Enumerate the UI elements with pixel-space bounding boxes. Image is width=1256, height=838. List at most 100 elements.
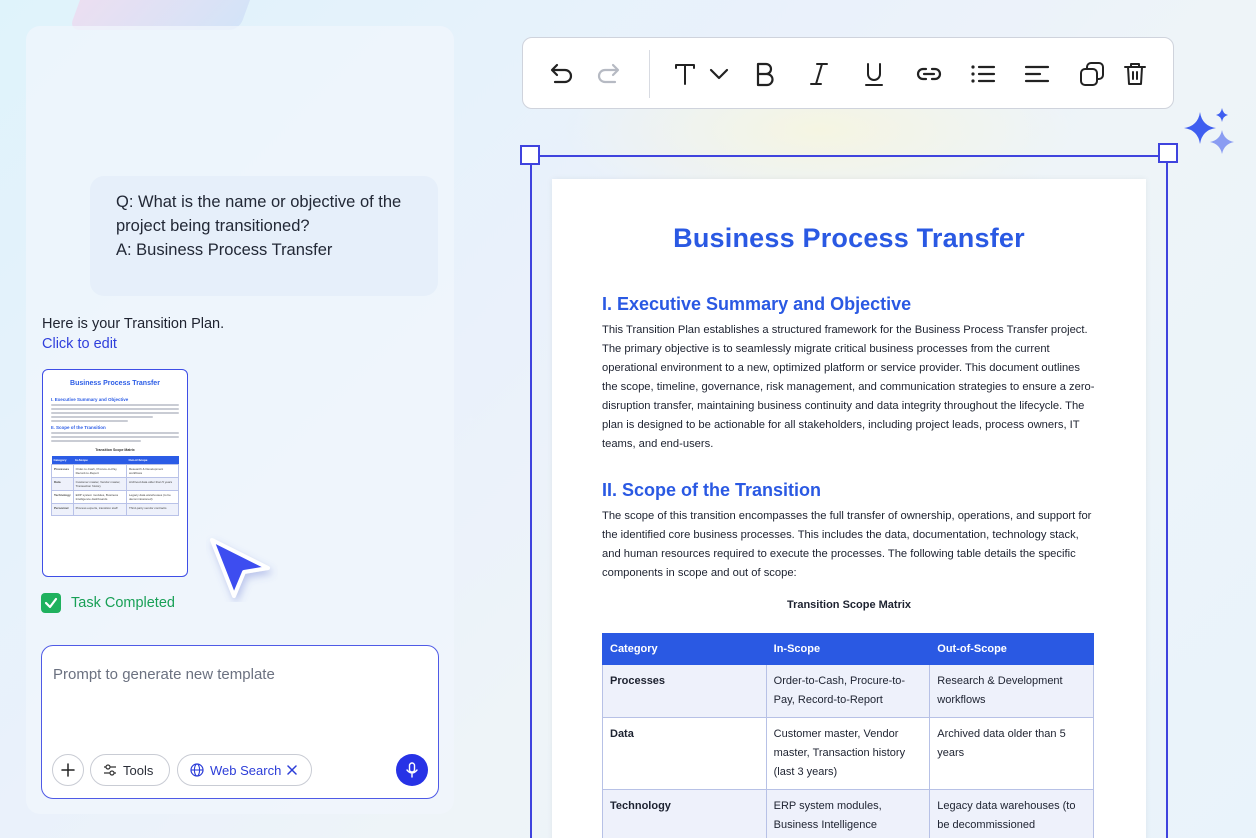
thumbnail-text-line xyxy=(51,440,141,442)
redo-icon xyxy=(597,63,620,84)
thumbnail-cell: Third-party vendor contracts xyxy=(125,503,180,516)
section-heading: II. Scope of the Transition xyxy=(602,480,822,500)
text-style-icon xyxy=(675,64,695,85)
task-status: Task Completed xyxy=(41,593,175,613)
undo-icon xyxy=(550,63,573,84)
italic-icon xyxy=(810,63,828,85)
thumbnail-text-line xyxy=(51,404,179,406)
thumbnail-header-cell: Out-of-Scope xyxy=(126,456,179,465)
table-header-cell: Out-of-Scope xyxy=(929,633,1094,665)
chat-panel: Q: What is the name or objective of the … xyxy=(26,26,454,814)
undo-button[interactable] xyxy=(545,58,577,90)
toolbar-divider xyxy=(649,50,650,98)
click-to-edit-link[interactable]: Click to edit xyxy=(42,336,117,352)
add-attachment-button[interactable] xyxy=(52,754,84,786)
table-header-row: Category In-Scope Out-of-Scope xyxy=(602,633,1094,665)
table-cell: Archived data older than 5 years xyxy=(929,717,1094,790)
section-body: The scope of this transition encompasses… xyxy=(602,510,1092,579)
thumbnail-table-row: Technology ERP system modules, Business … xyxy=(51,490,180,504)
table-row: Data Customer master, Vendor master, Tra… xyxy=(602,717,1094,790)
tools-label: Tools xyxy=(123,762,154,778)
thumbnail-cell: ERP system modules, Business Intelligenc… xyxy=(72,490,127,504)
scope-table: Category In-Scope Out-of-Scope Processes… xyxy=(602,633,1094,838)
qa-message-text: Q: What is the name or objective of the … xyxy=(116,193,402,259)
web-search-chip[interactable]: Web Search xyxy=(177,754,312,786)
chevron-down-icon xyxy=(709,68,729,80)
thumbnail-heading-2: II. Scope of the Transition xyxy=(51,425,106,430)
thumbnail-cell: Legacy data warehouses (to be decommissi… xyxy=(125,490,180,504)
web-search-label: Web Search xyxy=(210,762,282,778)
text-style-button[interactable] xyxy=(669,58,701,90)
assistant-intro-text: Here is your Transition Plan. xyxy=(42,316,225,332)
thumbnail-text-line xyxy=(51,436,179,438)
delete-icon xyxy=(1124,63,1146,85)
table-row: Technology ERP system modules, Business … xyxy=(602,789,1094,838)
thumbnail-text-line xyxy=(51,416,154,418)
table-caption: Transition Scope Matrix xyxy=(786,599,912,611)
thumbnail-table-caption: Transition Scope Matrix xyxy=(95,448,135,452)
thumbnail-cell: Archived data older than 5 years xyxy=(125,477,180,491)
task-status-label: Task Completed xyxy=(71,595,175,611)
thumbnail-table-header: Category In-Scope Out-of-Scope xyxy=(51,456,179,465)
sparkle-icon xyxy=(1184,108,1234,154)
table-header-cell: Category xyxy=(602,633,767,665)
document-title: Business Process Transfer xyxy=(673,223,1025,253)
thumbnail-cell: Technology xyxy=(51,490,74,504)
thumbnail-text-line xyxy=(51,432,179,434)
table-row: Processes Order-to-Cash, Procure-to-Pay,… xyxy=(602,664,1094,718)
thumbnail-cell: Order-to-Cash, Procure-to-Pay, Record-to… xyxy=(72,464,127,478)
globe-icon xyxy=(190,763,204,777)
link-button[interactable] xyxy=(913,58,945,90)
duplicate-icon xyxy=(1080,62,1104,86)
prompt-input[interactable]: Prompt to generate new template xyxy=(53,666,275,683)
table-cell: Technology xyxy=(602,789,767,838)
section-body: This Transition Plan establishes a struc… xyxy=(602,324,1095,450)
thumbnail-text-line xyxy=(51,420,128,422)
bullet-list-icon xyxy=(971,65,996,83)
formatting-toolbar xyxy=(522,37,1174,109)
tools-button[interactable]: Tools xyxy=(90,754,170,786)
document-page[interactable]: Business Process Transfer I. Executive S… xyxy=(552,179,1146,838)
thumbnail-table-row: Processes Order-to-Cash, Procure-to-Pay,… xyxy=(51,464,180,478)
duplicate-button[interactable] xyxy=(1076,58,1108,90)
close-icon[interactable] xyxy=(287,765,298,775)
table-cell: Legacy data warehouses (to be decommissi… xyxy=(929,789,1094,838)
sliders-icon xyxy=(104,764,116,776)
text-style-dropdown[interactable] xyxy=(703,58,735,90)
thumbnail-cell: Customer master, Vendor master, Transact… xyxy=(72,477,127,491)
thumbnail-cell: Processes xyxy=(51,464,74,478)
italic-button[interactable] xyxy=(803,58,835,90)
document-thumbnail[interactable]: Business Process Transfer I. Executive S… xyxy=(42,369,188,577)
prompt-input-box[interactable]: Prompt to generate new template Tools We… xyxy=(41,645,439,799)
table-cell: Order-to-Cash, Procure-to-Pay, Record-to… xyxy=(765,664,931,718)
thumbnail-cell: Data xyxy=(51,477,74,491)
thumbnail-text-line xyxy=(51,412,179,414)
redo-button[interactable] xyxy=(593,58,625,90)
thumbnail-cell: Personnel xyxy=(51,503,74,516)
section-heading: I. Executive Summary and Objective xyxy=(602,294,912,314)
pointer-cursor-icon xyxy=(210,538,270,598)
thumbnail-table-row: Personnel Process experts, transition st… xyxy=(51,503,180,516)
align-left-icon xyxy=(1024,65,1050,83)
thumbnail-header-cell: Category xyxy=(51,456,74,465)
bullet-list-button[interactable] xyxy=(967,58,999,90)
resize-handle-top-right[interactable] xyxy=(1158,143,1178,163)
resize-handle-top-left[interactable] xyxy=(520,145,540,165)
underline-icon xyxy=(865,63,883,86)
delete-button[interactable] xyxy=(1119,58,1151,90)
thumbnail-cell: Research & Development workflows xyxy=(125,464,180,478)
table-cell: ERP system modules, Business Intelligenc… xyxy=(765,789,931,838)
thumbnail-table-row: Data Customer master, Vendor master, Tra… xyxy=(51,477,180,491)
align-left-button[interactable] xyxy=(1021,58,1053,90)
thumbnail-text-line xyxy=(51,408,179,410)
bold-icon xyxy=(756,62,774,87)
thumbnail-table: Category In-Scope Out-of-Scope Processes… xyxy=(51,456,180,516)
table-cell: Customer master, Vendor master, Transact… xyxy=(765,717,931,790)
qa-message-bubble: Q: What is the name or objective of the … xyxy=(90,176,438,296)
microphone-icon xyxy=(406,762,418,778)
microphone-button[interactable] xyxy=(396,754,428,786)
bold-button[interactable] xyxy=(749,58,781,90)
underline-button[interactable] xyxy=(858,58,890,90)
link-icon xyxy=(916,67,942,81)
thumbnail-cell: Process experts, transition staff xyxy=(72,503,127,516)
